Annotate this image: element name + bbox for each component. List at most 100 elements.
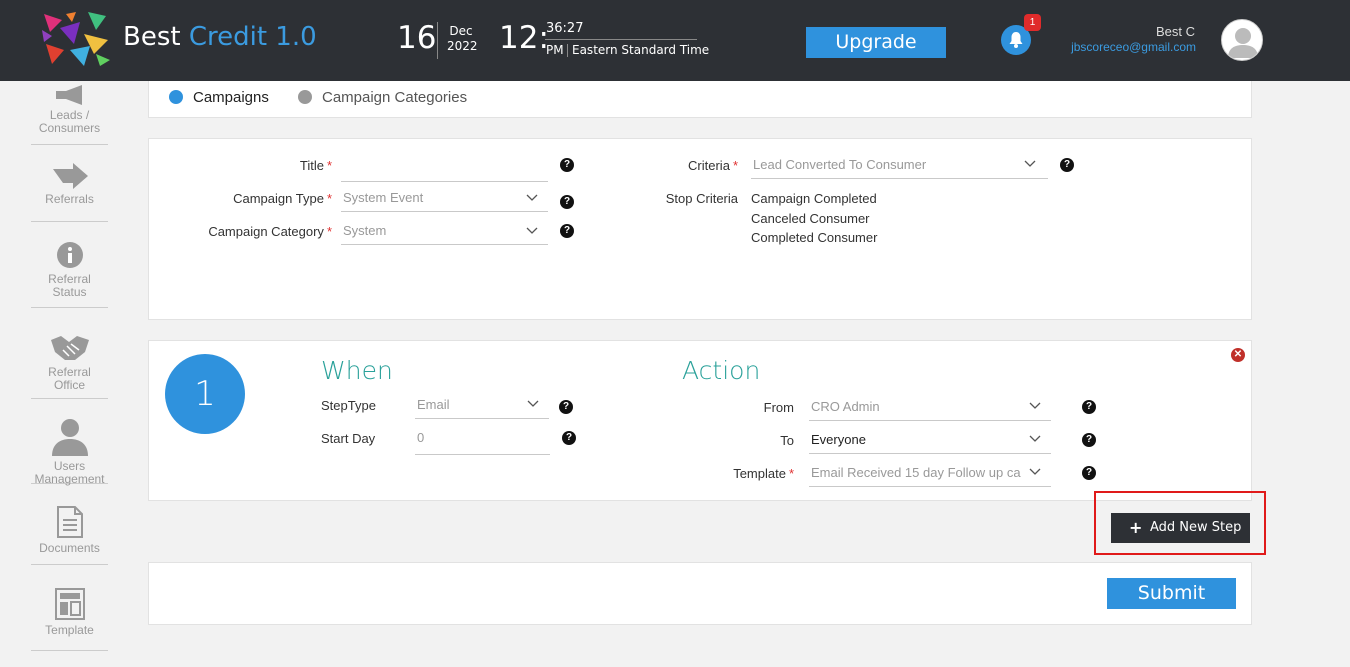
criteria-label: Criteria * <box>688 158 738 173</box>
sidebar-item-label: Users Management <box>34 459 105 486</box>
action-heading: Action <box>682 356 761 385</box>
required-marker: * <box>326 158 332 173</box>
steptype-help-icon[interactable]: ? <box>559 400 573 414</box>
sidebar-item-label: Leads / Consumers <box>38 108 101 135</box>
campaign-type-select[interactable]: System Event <box>341 190 548 212</box>
info-icon <box>56 242 83 268</box>
required-marker: * <box>788 466 794 481</box>
add-new-step-button[interactable]: + Add New Step <box>1111 513 1250 543</box>
timezone-divider <box>567 44 568 57</box>
sidebar-item-documents[interactable]: Documents <box>31 506 108 565</box>
notification-badge: 1 <box>1024 14 1041 31</box>
add-new-step-label: Add New Step <box>1150 520 1242 535</box>
sidebar-item-referral-status[interactable]: Referral Status <box>31 241 108 308</box>
date-month-year: Dec 2022 <box>447 24 478 54</box>
sidebar-item-template[interactable]: Template <box>31 588 108 651</box>
chevron-down-icon <box>527 400 539 407</box>
submit-button[interactable]: Submit <box>1107 578 1236 609</box>
start-day-help-icon[interactable]: ? <box>562 431 576 445</box>
tab-campaigns[interactable]: Campaigns <box>193 89 269 106</box>
time-ampm: PM <box>546 43 564 57</box>
to-label: To <box>780 433 794 448</box>
sidebar-item-label: Template <box>45 623 94 637</box>
from-help-icon[interactable]: ? <box>1082 400 1096 414</box>
chevron-down-icon <box>526 194 538 201</box>
time-minutes: 36:27 <box>546 21 584 36</box>
criteria-select[interactable]: Lead Converted To Consumer <box>751 157 1048 179</box>
chevron-down-icon <box>526 227 538 234</box>
plus-icon: + <box>1129 518 1143 537</box>
campaign-type-label: Campaign Type * <box>233 191 332 206</box>
template-select[interactable]: Email Received 15 day Follow up ca <box>809 465 1051 487</box>
app-title-main: Best <box>123 22 181 52</box>
chevron-down-icon <box>1029 402 1041 409</box>
stop-criteria-item: Campaign Completed <box>751 191 877 206</box>
required-marker: * <box>326 224 332 239</box>
title-label-text: Title <box>299 158 324 173</box>
template-label: Template * <box>733 466 794 481</box>
sidebar-item-label: Referral Office <box>48 365 91 392</box>
when-heading: When <box>321 356 393 385</box>
step-number-badge: 1 <box>165 354 245 434</box>
date-year: 2022 <box>447 39 478 53</box>
time-hour: 12: <box>499 20 549 56</box>
app-logo[interactable] <box>40 10 114 68</box>
sidebar-item-label: Referrals <box>45 192 94 206</box>
campaign-category-select[interactable]: System <box>341 223 548 245</box>
required-marker: * <box>326 191 332 206</box>
tab-campaign-categories-indicator <box>298 90 312 104</box>
start-day-input[interactable]: 0 <box>415 430 550 455</box>
date-day: 16 <box>397 20 437 56</box>
upgrade-button[interactable]: Upgrade <box>806 27 946 58</box>
sidebar-item-users-management[interactable]: Users Management <box>31 416 108 486</box>
document-icon <box>56 506 83 538</box>
sidebar-item-label: Referral Status <box>48 272 91 299</box>
sidebar-item-leads-consumers[interactable]: Leads / Consumers <box>31 85 108 145</box>
submit-card <box>148 562 1252 625</box>
from-select[interactable]: CRO Admin <box>809 399 1051 421</box>
date-month: Dec <box>449 24 473 38</box>
to-select[interactable]: Everyone <box>809 432 1051 454</box>
sidebar-item-referrals[interactable]: Referrals <box>31 163 108 222</box>
chevron-down-icon <box>1029 435 1041 442</box>
title-label: Title * <box>300 158 332 173</box>
tabs-bar <box>148 81 1252 118</box>
campaign-category-label-text: Campaign Category <box>208 224 324 239</box>
sidebar-item-label: Documents <box>39 541 100 555</box>
handshake-icon <box>50 336 89 360</box>
steptype-label: StepType <box>321 398 376 413</box>
arrow-icon <box>52 163 88 189</box>
chevron-down-icon <box>1029 468 1041 475</box>
start-day-label: Start Day <box>321 431 376 446</box>
sidebar-item-referral-office[interactable]: Referral Office <box>31 332 108 399</box>
title-input[interactable] <box>341 157 548 182</box>
campaign-category-label: Campaign Category * <box>208 224 332 239</box>
date-divider <box>437 22 438 59</box>
app-title: Best Credit 1.0 <box>123 22 317 52</box>
megaphone-icon <box>55 85 82 105</box>
user-icon <box>51 419 88 456</box>
tab-campaigns-indicator <box>169 90 183 104</box>
campaign-category-help-icon[interactable]: ? <box>560 224 574 238</box>
user-name[interactable]: Best C <box>1156 24 1195 39</box>
from-label: From <box>763 400 794 415</box>
title-help-icon[interactable]: ? <box>560 158 574 172</box>
tab-campaign-categories[interactable]: Campaign Categories <box>322 89 467 106</box>
campaign-type-help-icon[interactable]: ? <box>560 195 574 209</box>
template-help-icon[interactable]: ? <box>1082 466 1096 480</box>
stop-criteria-label: Stop Criteria <box>665 191 738 206</box>
app-title-accent: Credit 1.0 <box>188 22 317 52</box>
stop-criteria-item: Completed Consumer <box>751 230 878 245</box>
template-icon <box>54 588 85 620</box>
to-help-icon[interactable]: ? <box>1082 433 1096 447</box>
criteria-label-text: Criteria <box>688 158 730 173</box>
campaign-type-label-text: Campaign Type <box>233 191 324 206</box>
criteria-help-icon[interactable]: ? <box>1060 158 1074 172</box>
stop-criteria-item: Canceled Consumer <box>751 211 870 226</box>
required-marker: * <box>732 158 738 173</box>
remove-step-icon[interactable]: ✕ <box>1231 348 1245 362</box>
sidebar: Leads / Consumers Referrals Referral Sta… <box>0 81 140 667</box>
timezone: Eastern Standard Time <box>572 43 710 57</box>
user-email[interactable]: jbscoreceo@gmail.com <box>1071 40 1196 54</box>
avatar[interactable] <box>1221 19 1263 61</box>
